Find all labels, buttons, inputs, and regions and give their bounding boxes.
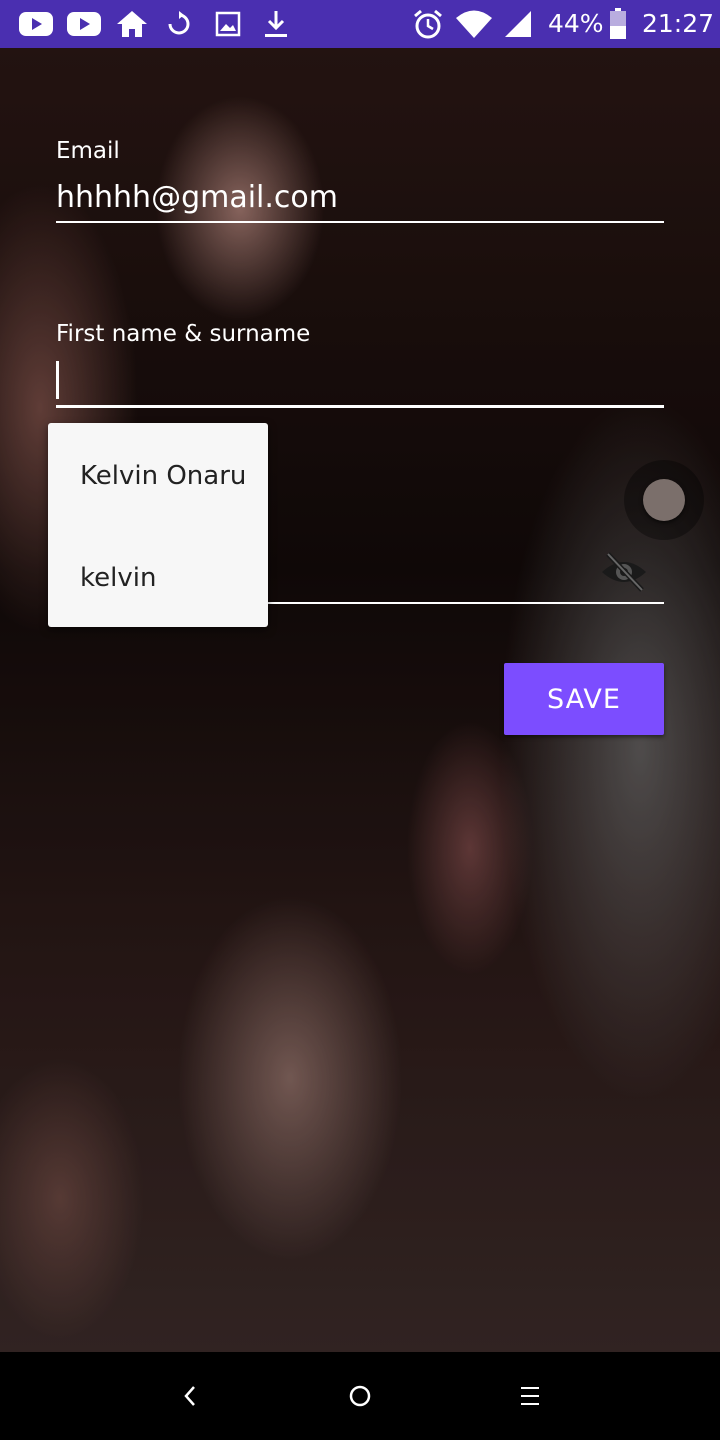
home-icon — [114, 0, 150, 48]
autocomplete-item[interactable]: kelvin — [80, 563, 156, 593]
name-underline — [56, 405, 664, 408]
navigation-bar — [0, 1352, 720, 1440]
autocomplete-item[interactable]: Kelvin Onaru — [80, 461, 246, 491]
image-icon — [212, 0, 244, 48]
alarm-icon — [410, 0, 446, 48]
youtube-icon — [18, 0, 54, 48]
back-icon[interactable] — [150, 1352, 230, 1440]
battery-icon — [606, 0, 630, 48]
battery-percent: 44% — [548, 9, 604, 38]
toggle-knob — [643, 479, 685, 521]
save-button[interactable]: SAVE — [504, 663, 664, 735]
download-icon — [260, 0, 292, 48]
clock: 21:27 — [642, 9, 715, 38]
refresh-icon — [162, 0, 196, 48]
email-label: Email — [56, 138, 120, 164]
signal-icon — [502, 0, 534, 48]
autocomplete-dropdown: Kelvin Onaru kelvin — [48, 423, 268, 627]
home-circle-icon[interactable] — [320, 1352, 400, 1440]
name-label: First name & surname — [56, 321, 311, 347]
name-field[interactable] — [56, 362, 664, 402]
wifi-icon — [454, 0, 494, 48]
toggle-switch[interactable] — [624, 460, 704, 540]
email-field[interactable]: hhhhh@gmail.com — [56, 180, 338, 215]
youtube-icon — [66, 0, 102, 48]
eye-off-icon[interactable] — [600, 548, 648, 596]
text-cursor — [56, 361, 59, 399]
status-bar: 44% 21:27 — [0, 0, 720, 48]
menu-icon[interactable] — [490, 1352, 570, 1440]
email-underline — [56, 221, 664, 223]
